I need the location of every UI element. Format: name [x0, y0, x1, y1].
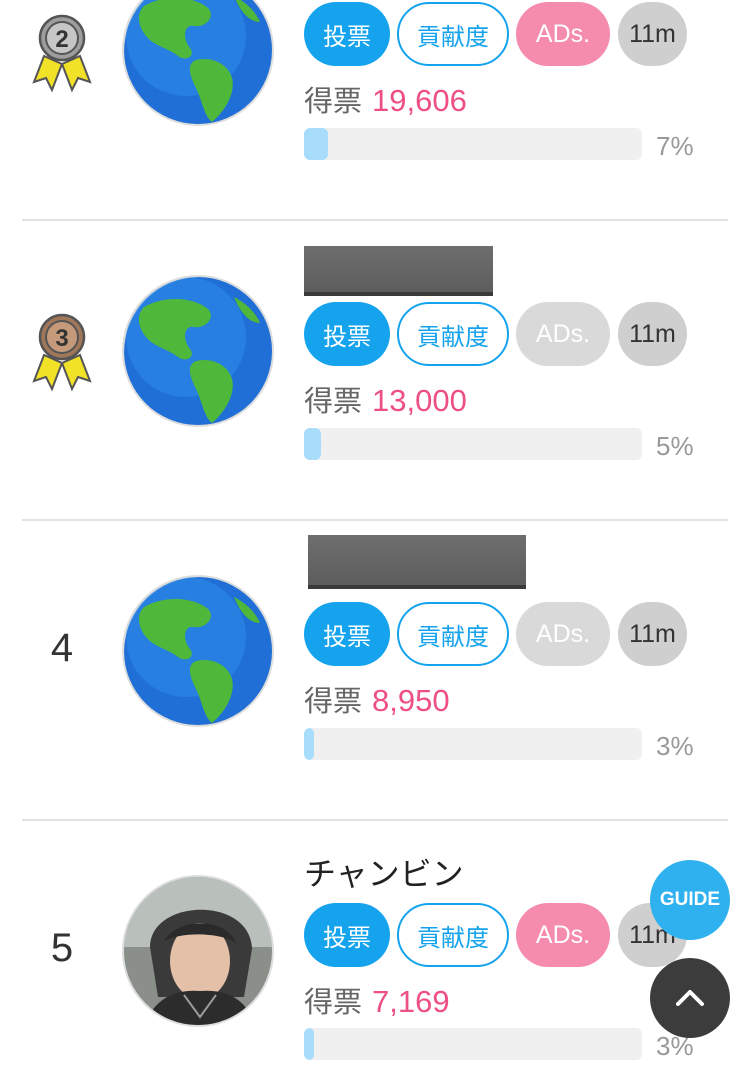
rank-number: 4	[50, 626, 74, 670]
contribution-button[interactable]: 貢献度	[397, 2, 509, 66]
votes-label: 得票	[304, 384, 363, 418]
vote-count: 得票 19,606	[304, 78, 467, 120]
list-item: 4 投票 貢献度 ADs. 11m 得票 8,950 3%	[0, 521, 749, 821]
avatar-photo	[124, 877, 272, 1025]
votes-label: 得票	[304, 985, 363, 1019]
vote-count: 得票 7,169	[304, 979, 450, 1021]
avatar[interactable]	[122, 275, 274, 427]
redacted-name	[308, 535, 526, 589]
votes-number: 19,606	[372, 83, 467, 118]
votes-label: 得票	[304, 684, 363, 718]
ads-button[interactable]: ADs.	[516, 903, 610, 967]
vote-percent: 5%	[656, 431, 694, 461]
list-item: 5 チャンビン 投票 貢献度 ADs. 11m 得票 7,169 3%	[0, 821, 749, 1066]
medal-rank: 3	[55, 325, 68, 352]
earth-icon	[124, 0, 272, 124]
medal-icon: 2	[30, 14, 94, 94]
vote-button[interactable]: 投票	[304, 302, 390, 366]
vote-button[interactable]: 投票	[304, 602, 390, 666]
votes-number: 7,169	[372, 984, 450, 1019]
avatar[interactable]	[122, 575, 274, 727]
chevron-up-icon	[676, 990, 704, 1006]
contribution-button[interactable]: 貢献度	[397, 602, 509, 666]
redacted-name	[304, 246, 493, 296]
vote-percent: 3%	[656, 731, 694, 761]
vote-count: 得票 13,000	[304, 378, 467, 420]
avatar[interactable]	[122, 875, 274, 1027]
progress-bar	[304, 428, 642, 460]
timer-badge[interactable]: 11m	[618, 302, 687, 366]
ads-button[interactable]: ADs.	[516, 302, 610, 366]
earth-icon	[124, 577, 272, 725]
progress-fill	[304, 128, 328, 160]
progress-bar	[304, 1028, 642, 1060]
list-item: 3 投票 貢献度 ADs. 11m 得票 13,000 5%	[0, 221, 749, 521]
contribution-button[interactable]: 貢献度	[397, 302, 509, 366]
ranking-list: 2 投票 貢献度 ADs. 11m 得票 19,606 7% 3 投票 貢献度 …	[0, 0, 749, 1066]
avatar[interactable]	[122, 0, 274, 126]
progress-fill	[304, 1028, 315, 1060]
medal-rank: 2	[55, 26, 68, 53]
vote-button[interactable]: 投票	[304, 2, 390, 66]
vote-percent: 7%	[656, 131, 694, 161]
votes-label: 得票	[304, 84, 363, 118]
earth-icon	[124, 277, 272, 425]
item-name: チャンビン	[304, 855, 464, 893]
vote-count: 得票 8,950	[304, 678, 450, 720]
progress-bar	[304, 128, 642, 160]
ads-button[interactable]: ADs.	[516, 2, 610, 66]
contribution-button[interactable]: 貢献度	[397, 903, 509, 967]
progress-fill	[304, 728, 315, 760]
rank-number: 5	[50, 926, 74, 970]
scroll-top-button[interactable]	[650, 958, 730, 1038]
vote-button[interactable]: 投票	[304, 903, 390, 967]
guide-button[interactable]: GUIDE	[650, 860, 730, 940]
progress-bar	[304, 728, 642, 760]
timer-badge[interactable]: 11m	[618, 2, 687, 66]
progress-fill	[304, 428, 321, 460]
votes-number: 13,000	[372, 383, 467, 418]
medal-icon: 3	[30, 313, 94, 393]
ads-button[interactable]: ADs.	[516, 602, 610, 666]
timer-badge[interactable]: 11m	[618, 602, 687, 666]
votes-number: 8,950	[372, 683, 450, 718]
